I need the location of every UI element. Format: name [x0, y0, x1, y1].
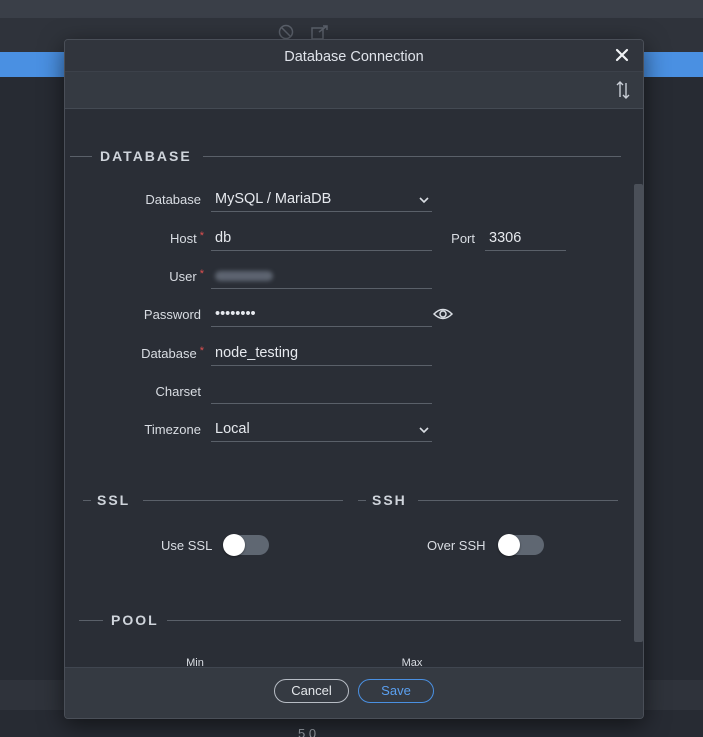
database-name-label: Database *: [141, 345, 204, 361]
charset-label: Charset: [155, 384, 201, 399]
host-input[interactable]: db: [211, 227, 432, 251]
pool-max-label: Max: [401, 657, 423, 667]
dialog-footer: Cancel Save: [65, 667, 643, 718]
port-label: Port: [451, 231, 475, 246]
database-type-select[interactable]: MySQL / MariaDB: [211, 188, 432, 212]
section-pool-title: POOL: [111, 612, 159, 628]
use-ssl-label: Use SSL: [161, 538, 213, 553]
user-label: User *: [169, 268, 204, 284]
toggle-knob: [498, 534, 520, 556]
toggle-knob: [223, 534, 245, 556]
password-value: ••••••••: [215, 306, 256, 322]
over-ssh-toggle[interactable]: [498, 534, 544, 556]
host-label: Host *: [169, 230, 204, 246]
section-database-title: DATABASE: [100, 148, 192, 164]
timezone-value: Local: [215, 421, 250, 437]
section-database-header: DATABASE: [70, 147, 621, 167]
dialog-toolbar: [65, 72, 643, 109]
close-icon[interactable]: [613, 45, 631, 65]
scrollbar[interactable]: [634, 184, 643, 642]
chevron-down-icon: [418, 419, 430, 439]
section-ssh-header: SSH: [358, 491, 618, 511]
eye-icon[interactable]: [432, 306, 454, 322]
charset-input[interactable]: [211, 380, 432, 404]
required-marker: *: [199, 230, 204, 242]
save-button[interactable]: Save: [358, 679, 434, 703]
required-marker: *: [199, 345, 204, 357]
section-ssh-title: SSH: [372, 492, 407, 508]
cancel-button[interactable]: Cancel: [274, 679, 349, 703]
database-name-value: node_testing: [215, 345, 299, 361]
password-input[interactable]: ••••••••: [211, 303, 432, 327]
dialog-header: Database Connection: [65, 40, 643, 72]
port-value: 3306: [489, 230, 522, 246]
dialog-body: DATABASE Database MySQL / MariaDB Host * …: [65, 109, 643, 667]
database-type-value: MySQL / MariaDB: [215, 191, 332, 207]
password-label: Password: [143, 307, 201, 322]
section-ssl-header: SSL: [83, 491, 343, 511]
background-titlebar: [0, 0, 703, 18]
required-marker: *: [199, 268, 204, 280]
database-connection-dialog: Database Connection DATABASE Database My…: [64, 39, 644, 719]
use-ssl-toggle[interactable]: [223, 534, 269, 556]
user-value-redacted: [215, 271, 273, 281]
section-ssl-title: SSL: [97, 492, 131, 508]
host-value: db: [215, 230, 232, 246]
pool-min-label: Min: [186, 657, 204, 667]
user-input[interactable]: [211, 265, 432, 289]
chevron-down-icon: [418, 189, 430, 209]
background-footer-text: 5 0: [298, 726, 317, 737]
database-name-input[interactable]: node_testing: [211, 342, 432, 366]
sort-arrows-icon[interactable]: [615, 80, 631, 100]
dialog-title: Database Connection: [284, 49, 424, 65]
timezone-label: Timezone: [144, 422, 201, 437]
section-pool-header: POOL: [79, 611, 621, 631]
port-input[interactable]: 3306: [485, 227, 566, 251]
over-ssh-label: Over SSH: [427, 538, 486, 553]
timezone-select[interactable]: Local: [211, 418, 432, 442]
database-type-label: Database: [145, 192, 201, 207]
